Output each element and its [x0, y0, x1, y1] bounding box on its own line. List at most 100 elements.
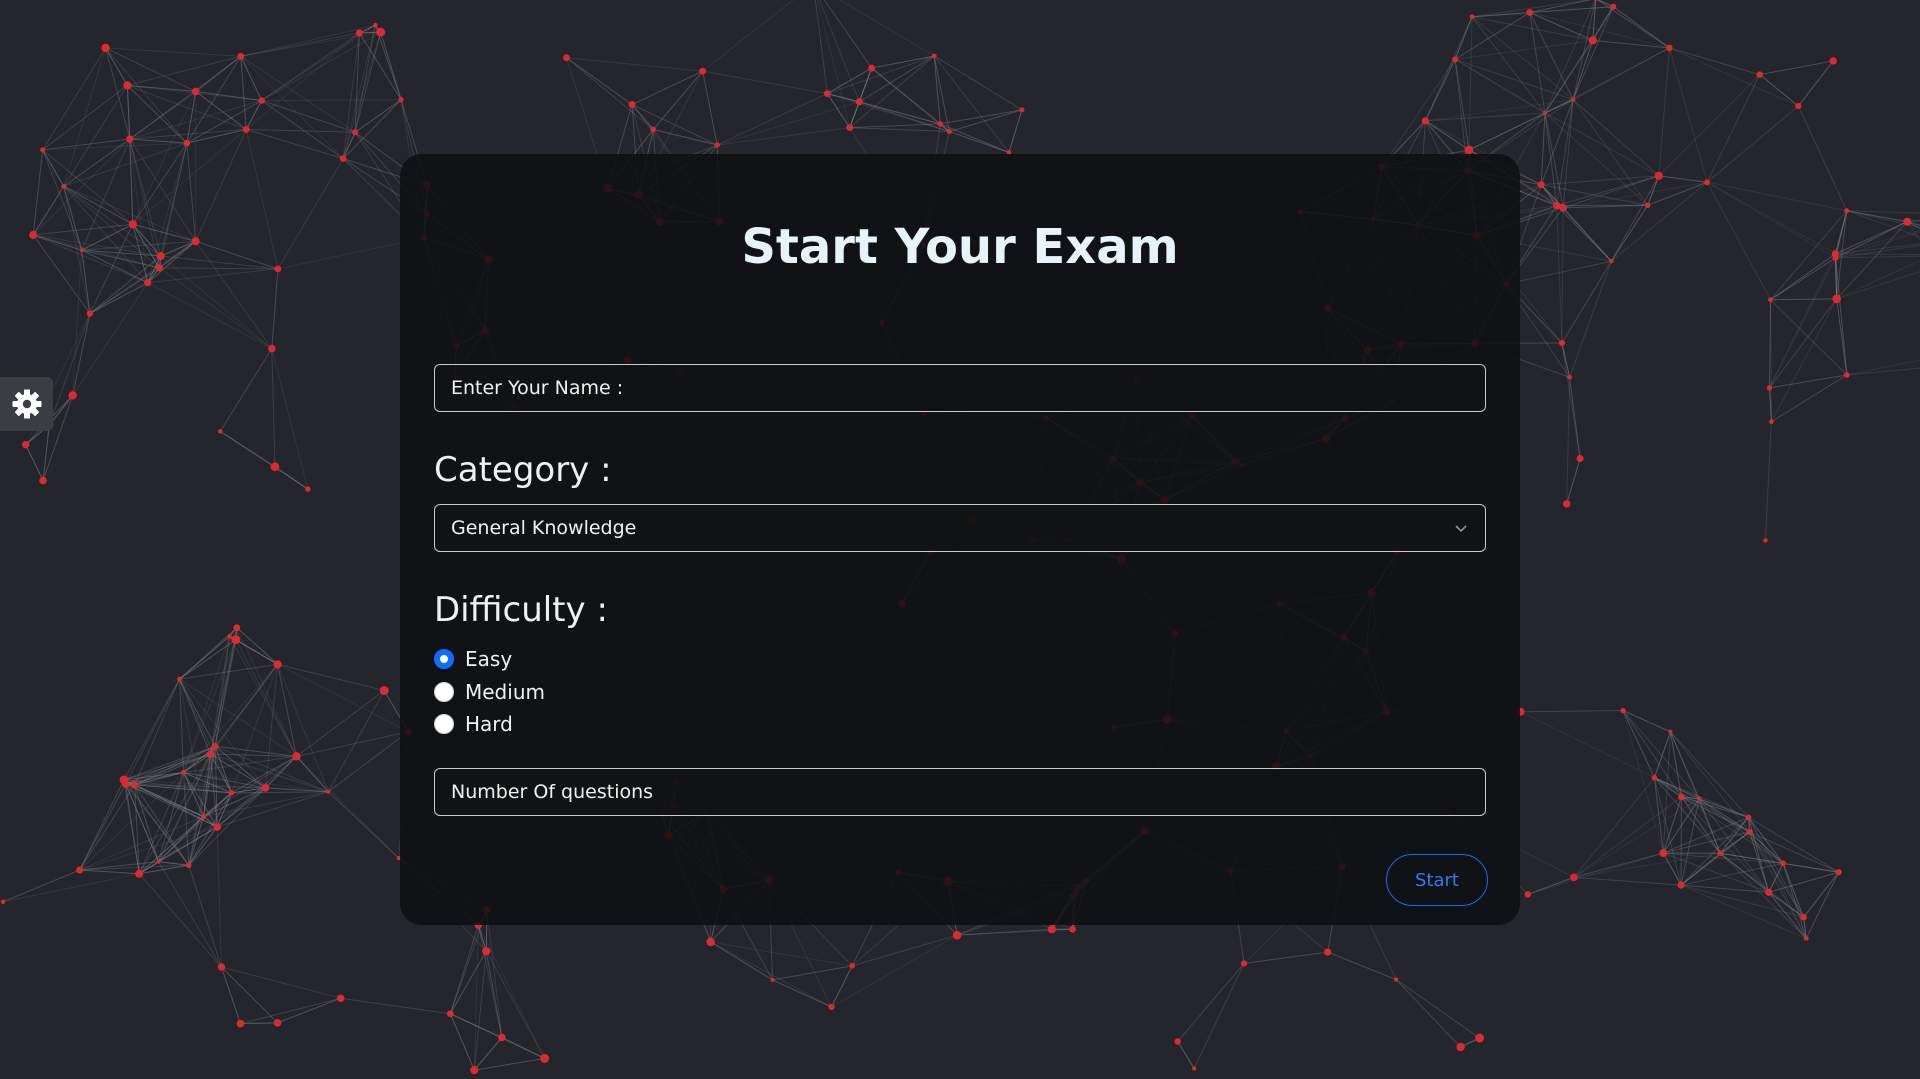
radio-hard-label: Hard: [465, 712, 513, 736]
network-node: [1452, 56, 1459, 63]
network-node: [1765, 888, 1773, 896]
start-button[interactable]: Start: [1386, 854, 1488, 906]
network-node: [1393, 977, 1399, 982]
network-line: [48, 313, 91, 426]
network-node: [242, 126, 250, 133]
network-node: [68, 391, 77, 400]
difficulty-option-easy[interactable]: Easy: [434, 646, 512, 672]
network-node: [946, 129, 952, 135]
network-node: [1570, 97, 1576, 102]
network-line: [1658, 74, 1761, 177]
network-line: [566, 57, 654, 130]
network-line: [1669, 47, 1760, 76]
network-line: [1454, 59, 1470, 151]
radio-easy-label: Easy: [465, 647, 513, 671]
network-line: [1622, 710, 1664, 854]
category-select[interactable]: General Knowledge: [434, 504, 1486, 552]
network-line: [1395, 979, 1480, 1039]
network-node: [868, 64, 876, 72]
difficulty-option-medium[interactable]: Medium: [434, 679, 545, 705]
network-line: [89, 282, 148, 314]
radio-medium-label: Medium: [465, 680, 545, 704]
network-line: [933, 55, 1023, 111]
network-node: [1746, 828, 1753, 835]
difficulty-label: Difficulty :: [434, 590, 608, 630]
network-node: [1654, 171, 1663, 180]
network-line: [296, 756, 400, 859]
network-node: [273, 1019, 282, 1027]
name-input[interactable]: [434, 364, 1486, 412]
network-node: [1780, 860, 1787, 867]
network-line: [1748, 817, 1804, 918]
network-node: [206, 750, 215, 758]
network-node: [211, 742, 219, 750]
network-node: [770, 977, 775, 982]
network-node: [1559, 204, 1567, 212]
network-line: [277, 664, 329, 792]
network-node: [86, 310, 94, 317]
network-line: [1544, 0, 1596, 114]
network-line: [1566, 377, 1571, 504]
settings-button[interactable]: [0, 377, 53, 431]
network-line: [1670, 731, 1750, 833]
radio-medium[interactable]: [434, 682, 454, 702]
network-line: [1177, 963, 1245, 1042]
network-node: [183, 139, 191, 147]
network-line: [1544, 112, 1660, 177]
radio-easy[interactable]: [434, 649, 454, 669]
network-node: [1745, 814, 1752, 821]
network-node: [135, 869, 144, 878]
network-node: [823, 90, 831, 98]
network-line: [1680, 884, 1807, 939]
network-line: [79, 783, 127, 871]
network-node: [1803, 936, 1809, 941]
network-node: [1756, 71, 1763, 78]
network-line: [1707, 181, 1847, 212]
network-line: [129, 138, 187, 144]
network-node: [233, 624, 241, 632]
network-line: [933, 55, 1010, 153]
network-node: [352, 129, 359, 136]
network-line: [1759, 60, 1834, 76]
network-line: [473, 1037, 503, 1071]
network-line: [851, 934, 958, 967]
network-line: [1454, 58, 1546, 114]
network-line: [271, 348, 276, 467]
network-node: [1717, 850, 1724, 857]
network-node: [1644, 202, 1651, 208]
network-line: [240, 1022, 278, 1025]
network-node: [123, 81, 132, 90]
network-line: [1797, 60, 1834, 107]
network-node: [1567, 374, 1572, 380]
network-line: [1471, 16, 1546, 114]
network-node: [228, 790, 235, 796]
questions-count-input[interactable]: [434, 768, 1486, 816]
network-line: [1527, 852, 1664, 895]
network-node: [1666, 44, 1673, 52]
network-line: [1805, 872, 1840, 939]
radio-hard[interactable]: [434, 714, 454, 734]
network-node: [0, 899, 6, 905]
network-line: [1572, 99, 1660, 177]
network-line: [221, 966, 278, 1024]
network-node: [1576, 455, 1584, 463]
network-node: [1324, 948, 1332, 956]
network-line: [717, 127, 850, 146]
network-line: [1749, 831, 1804, 918]
network-node: [482, 947, 491, 956]
network-line: [1527, 876, 1575, 895]
network-line: [158, 861, 189, 866]
network-line: [1662, 852, 1682, 886]
network-node: [131, 781, 139, 789]
network-node: [1763, 538, 1768, 543]
difficulty-option-hard[interactable]: Hard: [434, 711, 513, 737]
network-node: [1524, 891, 1532, 898]
network-line: [240, 997, 341, 1025]
network-line: [1592, 39, 1670, 49]
network-line: [1668, 47, 1708, 183]
network-line: [1658, 47, 1670, 176]
network-node: [1668, 729, 1673, 734]
network-line: [42, 142, 187, 151]
network-line: [63, 47, 107, 187]
network-line: [940, 123, 1010, 153]
